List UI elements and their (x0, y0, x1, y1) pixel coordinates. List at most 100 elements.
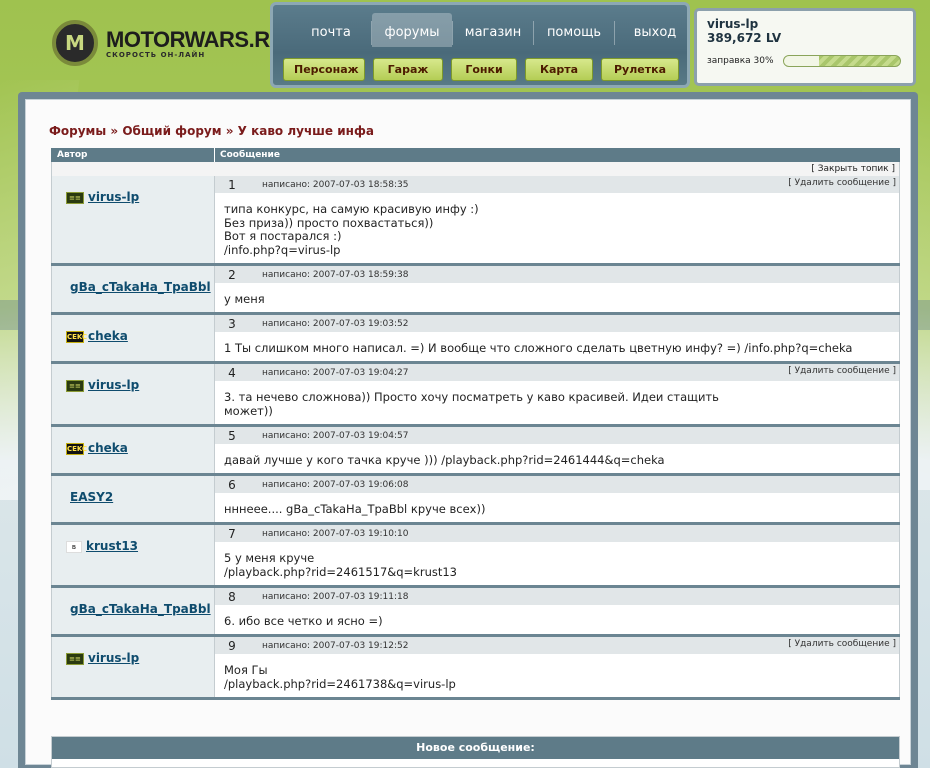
post-text: у меня (224, 292, 265, 306)
logo-title: MOTORWARS.RU (106, 27, 285, 52)
delete-post-link[interactable]: [ Удалить сообщение ] (788, 639, 896, 649)
post-row: gBa_cTakaHa_TpaBbl 2 написано: 2007-07-03 … (51, 266, 900, 315)
fuel-label: заправка 30% (707, 56, 774, 66)
breadcrumb[interactable]: Форумы » Общий форум » У каво лучше инфа (49, 124, 374, 138)
nav-roulette-button[interactable]: Рулетка (601, 58, 679, 81)
post-date: написано: 2007-07-03 19:11:18 (262, 591, 409, 602)
post-row: в krust13 7 написано: 2007-07-03 19:10:10 5 … (51, 525, 900, 588)
post-body: 8 написано: 2007-07-03 19:11:18 6. ибо все… (215, 588, 900, 634)
author-link[interactable]: gBa_cTakaHa_TpaBbl (70, 602, 211, 616)
author-badge-icon: ≡≡ (66, 380, 84, 392)
posts-list: ≡≡ virus-lp 1 написано: 2007-07-03 18:58:35… (51, 176, 900, 700)
nav-garage-button[interactable]: Гараж (373, 58, 443, 81)
user-name[interactable]: virus-lp (707, 17, 903, 31)
post-date: написано: 2007-07-03 18:58:35 (262, 179, 409, 190)
table-header: Автор Сообщение (51, 148, 900, 162)
post-header: 4 написано: 2007-07-03 19:04:27 [ Удалить … (215, 364, 899, 381)
author-link[interactable]: gBa_cTakaHa_TpaBbl (70, 280, 211, 294)
post-body: 7 написано: 2007-07-03 19:10:10 5 у меня к… (215, 525, 900, 585)
post-body: 2 написано: 2007-07-03 18:59:38 у меня (215, 266, 900, 312)
post-number: 1 (228, 177, 236, 192)
post-date: написано: 2007-07-03 19:06:08 (262, 479, 409, 490)
post-author: gBa_cTakaHa_TpaBbl (51, 266, 215, 312)
author-link[interactable]: virus-lp (88, 190, 139, 204)
post-header: 9 написано: 2007-07-03 19:12:52 [ Удалить … (215, 637, 899, 654)
post-author: CEKC cheka (51, 315, 215, 361)
nav-character-button[interactable]: Персонаж (283, 58, 365, 81)
nav-help[interactable]: помощь (534, 13, 615, 47)
post-number: 9 (228, 638, 236, 653)
post-date: написано: 2007-07-03 19:10:10 (262, 528, 409, 539)
delete-post-link[interactable]: [ Удалить сообщение ] (788, 178, 896, 188)
author-link[interactable]: cheka (88, 329, 128, 343)
post-text: нннеее.... gBa_cTakaHa_TpaBbl круче всех… (224, 502, 486, 516)
post-author: ≡≡ virus-lp (51, 364, 215, 424)
nav-logout[interactable]: выход (615, 13, 695, 47)
post-date: написано: 2007-07-03 19:03:52 (262, 318, 409, 329)
post-number: 7 (228, 526, 236, 541)
author-badge-icon: в (66, 541, 82, 553)
post-row: CEKC cheka 3 написано: 2007-07-03 19:03:52 1… (51, 315, 900, 364)
post-header: 1 написано: 2007-07-03 18:58:35 [ Удалить … (215, 176, 899, 193)
post-date: написано: 2007-07-03 18:59:38 (262, 269, 409, 280)
post-text: типа конкурс, на самую красивую инфу :) … (224, 202, 479, 257)
post-row: ≡≡ virus-lp 1 написано: 2007-07-03 18:58:35… (51, 176, 900, 266)
post-header: 2 написано: 2007-07-03 18:59:38 (215, 266, 899, 283)
header: M MOTORWARS.RU СКОРОСТЬ ОН-ЛАЙН почта фо… (0, 0, 930, 92)
post-date: написано: 2007-07-03 19:04:27 (262, 367, 409, 378)
post-body: 5 написано: 2007-07-03 19:04:57 давай лучш… (215, 427, 900, 473)
fuel-row: заправка 30% (707, 55, 903, 67)
main-content: Форумы » Общий форум » У каво лучше инфа… (25, 99, 911, 768)
author-link[interactable]: virus-lp (88, 651, 139, 665)
delete-post-link[interactable]: [ Удалить сообщение ] (788, 366, 896, 376)
post-body: 1 написано: 2007-07-03 18:58:35 [ Удалить … (215, 176, 900, 263)
user-panel: virus-lp 389,672 LV заправка 30% (694, 8, 916, 86)
column-message: Сообщение (220, 150, 280, 160)
post-body: 3 написано: 2007-07-03 19:03:52 1 Ты слишк… (215, 315, 900, 361)
post-row: EASY2 6 написано: 2007-07-03 19:06:08 нннее… (51, 476, 900, 525)
post-body: 4 написано: 2007-07-03 19:04:27 [ Удалить … (215, 364, 900, 424)
post-text: давай лучше у кого тачка круче ))) /play… (224, 453, 665, 467)
post-number: 6 (228, 477, 236, 492)
author-link[interactable]: virus-lp (88, 378, 139, 392)
post-body: 6 написано: 2007-07-03 19:06:08 нннеее....… (215, 476, 900, 522)
author-badge-icon: ≡≡ (66, 653, 84, 665)
post-author: ≡≡ virus-lp (51, 176, 215, 263)
new-message-header: Новое сообщение: (52, 737, 899, 759)
author-link[interactable]: cheka (88, 441, 128, 455)
nav-panel: почта форумы магазин помощь выход Персон… (270, 2, 690, 88)
post-text: 5 у меня круче /playback.php?rid=2461517… (224, 551, 457, 579)
post-number: 5 (228, 428, 236, 443)
nav-map-button[interactable]: Карта (525, 58, 593, 81)
post-author: EASY2 (51, 476, 215, 522)
nav-top: почта форумы магазин помощь выход (291, 13, 696, 47)
author-link[interactable]: EASY2 (70, 490, 113, 504)
post-row: CEKC cheka 5 написано: 2007-07-03 19:04:57 д… (51, 427, 900, 476)
post-row: ≡≡ virus-lp 9 написано: 2007-07-03 19:12:52… (51, 637, 900, 700)
post-text: 3. та нечево сложнова)) Просто хочу посм… (224, 390, 719, 418)
post-row: gBa_cTakaHa_TpaBbl 8 написано: 2007-07-03 … (51, 588, 900, 637)
post-row: ≡≡ virus-lp 4 написано: 2007-07-03 19:04:27… (51, 364, 900, 427)
nav-bottom: Персонаж Гараж Гонки Карта Рулетка (283, 58, 687, 81)
fuel-progress-bar (783, 55, 901, 67)
nav-mail[interactable]: почта (291, 13, 372, 47)
fuel-progress-fill (784, 56, 819, 66)
post-header: 6 написано: 2007-07-03 19:06:08 (215, 476, 899, 493)
nav-races-button[interactable]: Гонки (451, 58, 517, 81)
post-header: 8 написано: 2007-07-03 19:11:18 (215, 588, 899, 605)
site-logo[interactable]: M MOTORWARS.RU СКОРОСТЬ ОН-ЛАЙН (52, 20, 285, 66)
user-balance: 389,672 LV (707, 31, 782, 45)
post-number: 3 (228, 316, 236, 331)
post-author: gBa_cTakaHa_TpaBbl (51, 588, 215, 634)
close-topic-link[interactable]: [ Закрыть топик ] (51, 162, 900, 176)
nav-shop[interactable]: магазин (453, 13, 534, 47)
post-number: 4 (228, 365, 236, 380)
author-badge-icon: ≡≡ (66, 192, 84, 204)
logo-mark-icon: M (52, 20, 98, 66)
author-badge-icon: CEKC (66, 443, 88, 455)
nav-forums[interactable]: форумы (372, 13, 453, 47)
post-author: в krust13 (51, 525, 215, 585)
post-date: написано: 2007-07-03 19:12:52 (262, 640, 409, 651)
author-badge-icon: CEKC (66, 331, 88, 343)
author-link[interactable]: krust13 (86, 539, 138, 553)
